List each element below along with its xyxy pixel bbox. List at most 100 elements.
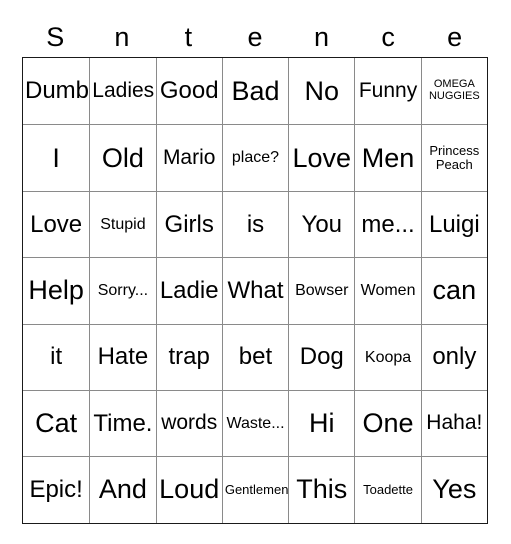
bingo-cell[interactable]: Good (155, 58, 222, 125)
bingo-cell-label: Girls (164, 210, 214, 238)
bingo-cell-label: only (432, 343, 477, 371)
bingo-cell-label: Stupid (100, 215, 146, 233)
bingo-cell[interactable]: is (221, 191, 289, 258)
bingo-row: Cat Time. words Waste... Hi One Haha! (23, 389, 487, 457)
bingo-cell-label: No (304, 75, 340, 106)
bingo-cell-label: words (161, 411, 218, 435)
bingo-cell[interactable]: You (288, 191, 355, 258)
bingo-cell[interactable]: Loud (155, 457, 222, 523)
bingo-cell[interactable]: Gentlemen (221, 457, 289, 523)
bingo-row: it Hate trap bet Dog Koopa only (23, 323, 487, 390)
bingo-cell-label: Haha! (426, 411, 483, 435)
bingo-cell-label: trap (168, 343, 210, 371)
bingo-cell[interactable]: Yes (420, 457, 487, 523)
bingo-cell[interactable]: Love (288, 125, 355, 191)
bingo-cell-label: Men (361, 142, 415, 173)
bingo-cell[interactable]: Girls (155, 191, 222, 258)
bingo-cell-label: can (432, 275, 477, 306)
bingo-cell[interactable]: Toadette (354, 457, 421, 523)
bingo-row: Help Sorry... Ladie What Bowser Women can (23, 257, 487, 324)
bingo-cell-label: Hate (97, 343, 149, 371)
bingo-header-letter: e (247, 22, 263, 52)
bingo-cell[interactable]: can (420, 258, 487, 324)
bingo-cell[interactable]: Stupid (89, 191, 156, 258)
bingo-cell-label: Epic! (29, 476, 83, 504)
bingo-cell[interactable]: trap (155, 324, 222, 390)
bingo-cell[interactable]: place? (221, 125, 289, 191)
bingo-cell[interactable]: Epic! (23, 457, 90, 523)
bingo-cell-label: Bowser (295, 282, 349, 300)
bingo-cell[interactable]: Hate (89, 324, 156, 390)
bingo-cell-label: And (98, 474, 147, 505)
bingo-cell-label: OMEGA NUGGIES (428, 78, 480, 103)
bingo-cell[interactable]: Old (89, 125, 156, 191)
bingo-cell-label: Help (28, 275, 84, 306)
bingo-cell-label: Yes (432, 474, 477, 505)
bingo-cell[interactable]: Waste... (221, 390, 289, 457)
bingo-cell[interactable]: No (288, 58, 355, 125)
bingo-cell[interactable]: And (89, 457, 156, 523)
bingo-cell[interactable]: Dog (288, 324, 355, 390)
bingo-cell[interactable]: words (155, 390, 222, 457)
bingo-header-letter: n (314, 22, 330, 52)
bingo-cell[interactable]: only (420, 324, 487, 390)
bingo-cell-label: This (296, 474, 348, 505)
bingo-header-letter: S (46, 22, 65, 52)
bingo-cell-label: You (301, 210, 343, 238)
bingo-cell[interactable]: bet (221, 324, 289, 390)
bingo-cell[interactable]: Women (354, 258, 421, 324)
bingo-header-row: Sn t e n c e (22, 18, 488, 57)
bingo-cell-label: is (246, 210, 265, 238)
bingo-cell-label: Good (159, 77, 219, 105)
bingo-row: Epic! And Loud Gentlemen This Toadette Yes (23, 456, 487, 523)
bingo-cell[interactable]: Ladies (89, 58, 156, 125)
bingo-cell[interactable]: OMEGA NUGGIES (420, 58, 487, 125)
bingo-cell[interactable]: What (221, 258, 289, 324)
bingo-cell-label: One (362, 408, 414, 439)
bingo-cell-label: Love (30, 210, 83, 238)
bingo-cell-label: Bad (231, 75, 280, 106)
bingo-cell[interactable]: me... (354, 191, 421, 258)
bingo-cell[interactable]: Funny (354, 58, 421, 125)
bingo-cell[interactable]: Hi (288, 390, 355, 457)
bingo-cell[interactable]: Men (354, 125, 421, 191)
bingo-cell[interactable]: Haha! (420, 390, 487, 457)
bingo-card: Sn t e n c e Dumb Ladies Good Bad No Funny OMEGA NU… (22, 18, 488, 524)
bingo-header-letter: c (381, 22, 395, 52)
bingo-row: Love Stupid Girls is You me... Luigi (23, 190, 487, 258)
bingo-cell[interactable]: Love (23, 191, 90, 258)
bingo-cell[interactable]: Koopa (354, 324, 421, 390)
bingo-cell[interactable]: Cat (23, 390, 90, 457)
bingo-cell[interactable]: Bowser (288, 258, 355, 324)
bingo-cell[interactable]: Ladie (155, 258, 222, 324)
bingo-cell-label: Time. (93, 409, 153, 437)
bingo-cell[interactable]: Princess Peach (420, 125, 487, 191)
bingo-cell[interactable]: One (354, 390, 421, 457)
bingo-cell-label: it (50, 343, 63, 371)
bingo-cell-label: Mario (162, 145, 216, 169)
bingo-cell[interactable]: Help (23, 258, 90, 324)
bingo-cell[interactable]: Time. (89, 390, 156, 457)
bingo-cell-label: Cat (35, 408, 78, 439)
bingo-grid: Dumb Ladies Good Bad No Funny OMEGA NUGGIES I Ol… (22, 57, 488, 524)
bingo-cell-label: bet (238, 343, 273, 371)
bingo-cell-label: Dumb (25, 77, 90, 105)
bingo-cell-label: Ladie (159, 276, 219, 304)
bingo-header-letter: t (184, 22, 193, 52)
bingo-cell[interactable]: Luigi (420, 191, 487, 258)
bingo-cell-label: Funny (358, 78, 418, 102)
bingo-cell[interactable]: Sorry... (89, 258, 156, 324)
bingo-cell-label: What (227, 276, 284, 304)
bingo-cell-label: Waste... (226, 415, 285, 433)
bingo-cell[interactable]: Mario (155, 125, 222, 191)
bingo-cell[interactable]: Bad (221, 58, 289, 125)
bingo-cell[interactable]: Dumb (23, 58, 90, 125)
bingo-cell[interactable]: This (288, 457, 355, 523)
bingo-cell-label: Princess Peach (429, 143, 480, 173)
bingo-header-letter: n (114, 22, 130, 52)
bingo-cell[interactable]: I (23, 125, 90, 191)
bingo-cell-label: Women (360, 282, 416, 300)
bingo-cell[interactable]: it (23, 324, 90, 390)
bingo-cell-label: Loud (159, 474, 220, 505)
bingo-cell-label: Toadette (363, 482, 413, 498)
